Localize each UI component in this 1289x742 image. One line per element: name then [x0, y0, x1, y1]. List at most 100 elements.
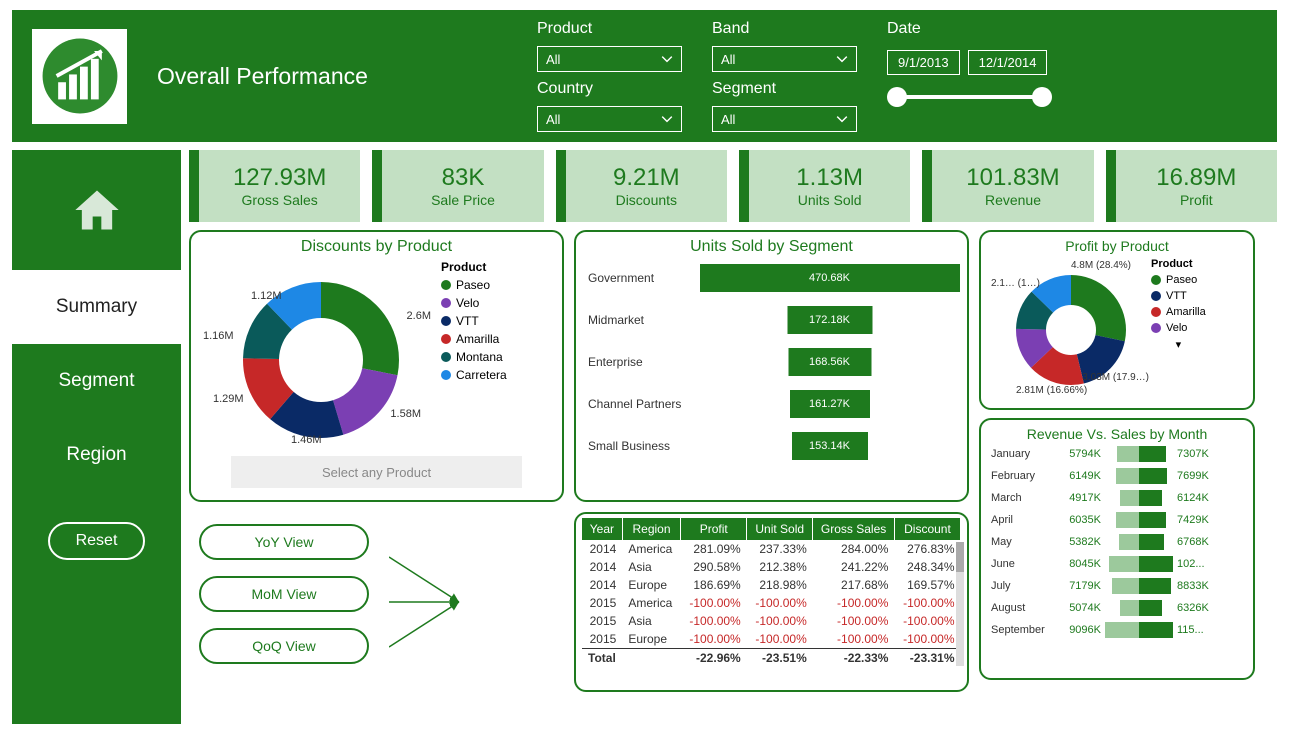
revsales-bar-right: [1139, 534, 1164, 550]
legend-item[interactable]: Carretera: [441, 368, 507, 382]
revsales-bar-left: [1105, 622, 1139, 638]
legend-item[interactable]: Velo: [1151, 322, 1206, 334]
product-select[interactable]: Select any Product: [231, 456, 522, 488]
legend-item[interactable]: VTT: [441, 314, 507, 328]
revsales-bar-left: [1117, 446, 1139, 462]
chevron-down-icon: [836, 113, 848, 125]
chevron-down-icon: [661, 53, 673, 65]
views-column: YoY View MoM View QoQ View: [189, 512, 564, 692]
cell-year: 2014: [582, 576, 622, 594]
date-to[interactable]: 12/1/2014: [968, 50, 1048, 75]
revsales-left: 9096K: [1057, 624, 1101, 636]
table-header[interactable]: Gross Sales: [813, 518, 895, 540]
reset-button[interactable]: Reset: [48, 522, 146, 560]
nav-segment[interactable]: Segment: [12, 344, 181, 418]
table-header[interactable]: Profit: [681, 518, 747, 540]
revsales-bar-left: [1112, 578, 1139, 594]
nav-summary[interactable]: Summary: [12, 270, 181, 344]
kpi-accent: [189, 150, 199, 222]
view-button-0[interactable]: YoY View: [199, 524, 369, 560]
filter-product[interactable]: All: [537, 46, 682, 72]
legend-item[interactable]: Amarilla: [441, 332, 507, 346]
legend-item[interactable]: Amarilla: [1151, 306, 1206, 318]
view-button-1[interactable]: MoM View: [199, 576, 369, 612]
revsales-row: August 5074K 6326K: [991, 600, 1243, 616]
cell-gross: 217.68%: [813, 576, 895, 594]
revsales-left: 6149K: [1057, 470, 1101, 482]
revsales-month: June: [991, 558, 1053, 570]
revsales-right: 6124K: [1177, 492, 1221, 504]
legend-swatch: [441, 370, 451, 380]
cell-region: Asia: [622, 558, 680, 576]
legend-label: Amarilla: [1166, 306, 1206, 318]
table-row: 2014 Europe 186.69% 218.98% 217.68% 169.…: [582, 576, 961, 594]
table-header[interactable]: Region: [622, 518, 680, 540]
cell-profit: 290.58%: [681, 558, 747, 576]
legend-item[interactable]: Montana: [441, 350, 507, 364]
filter-country[interactable]: All: [537, 106, 682, 132]
chart-growth-icon: [41, 37, 119, 115]
slider-track: [895, 95, 1044, 99]
legend-item[interactable]: Paseo: [441, 278, 507, 292]
kpi-label: Discounts: [616, 192, 677, 208]
kpi-label: Units Sold: [798, 192, 862, 208]
cell-year: 2015: [582, 630, 622, 649]
cell-profit: -100.00%: [681, 630, 747, 649]
filter-segment[interactable]: All: [712, 106, 857, 132]
revsales-month: August: [991, 602, 1053, 614]
cell-profit: -100.00%: [681, 594, 747, 612]
arrows-icon: [389, 532, 469, 672]
profit-label-top: 4.8M (28.4%): [1071, 260, 1131, 271]
legend-swatch: [1151, 291, 1161, 301]
table-scrollbar[interactable]: [956, 542, 964, 666]
revsales-bar-left: [1116, 468, 1139, 484]
revsales-right: 115...: [1177, 624, 1221, 636]
discounts-legend: Product Paseo Velo VTT Amarilla Montana …: [441, 260, 507, 450]
sidebar-spacer: Reset: [12, 492, 181, 724]
units-segment: Channel Partners: [588, 397, 698, 411]
kpi-value: 9.21M: [613, 164, 680, 192]
revsales-bar-right: [1139, 578, 1171, 594]
filter-band[interactable]: All: [712, 46, 857, 72]
view-button-2[interactable]: QoQ View: [199, 628, 369, 664]
cell-disc: -100.00%: [894, 594, 960, 612]
total-label: Total: [582, 649, 681, 668]
cell-region: America: [622, 540, 680, 558]
units-bar: 172.18K: [787, 306, 872, 334]
slider-thumb-right[interactable]: [1032, 87, 1052, 107]
units-row: Enterprise 168.56K: [588, 348, 955, 376]
table-row: 2015 America -100.00% -100.00% -100.00% …: [582, 594, 961, 612]
legend-label: Montana: [456, 350, 503, 364]
revsales-right: 6326K: [1177, 602, 1221, 614]
nav-home[interactable]: [12, 150, 181, 270]
table-header[interactable]: Unit Sold: [747, 518, 813, 540]
legend-item[interactable]: Velo: [441, 296, 507, 310]
kpi-accent: [372, 150, 382, 222]
date-slider[interactable]: [887, 87, 1052, 107]
nav-region[interactable]: Region: [12, 418, 181, 492]
revsales-left: 5382K: [1057, 536, 1101, 548]
cell-unit: -100.00%: [747, 612, 813, 630]
revsales-bar-right: [1139, 446, 1166, 462]
date-from[interactable]: 9/1/2013: [887, 50, 960, 75]
revsales-left: 7179K: [1057, 580, 1101, 592]
kpi-value: 16.89M: [1156, 164, 1236, 192]
table-header[interactable]: Year: [582, 518, 622, 540]
cell-disc: -100.00%: [894, 630, 960, 649]
units-bar: 153.14K: [792, 432, 868, 460]
table-row: 2015 Europe -100.00% -100.00% -100.00% -…: [582, 630, 961, 649]
table-header[interactable]: Discount: [894, 518, 960, 540]
kpi-value: 1.13M: [796, 164, 863, 192]
kpi-4: 101.83M Revenue: [922, 150, 1093, 222]
slider-thumb-left[interactable]: [887, 87, 907, 107]
legend-item[interactable]: VTT: [1151, 290, 1206, 302]
units-row: Small Business 153.14K: [588, 432, 955, 460]
profit-label-bottom: 2.81M (16.66%): [1016, 385, 1087, 396]
scrollbar-thumb[interactable]: [956, 542, 964, 572]
revsales-right: 102...: [1177, 558, 1221, 570]
chevron-down-icon[interactable]: ▾: [1151, 338, 1206, 351]
legend-item[interactable]: Paseo: [1151, 274, 1206, 286]
legend-label: VTT: [456, 314, 479, 328]
cell-gross: -100.00%: [813, 594, 895, 612]
legend-swatch: [441, 334, 451, 344]
